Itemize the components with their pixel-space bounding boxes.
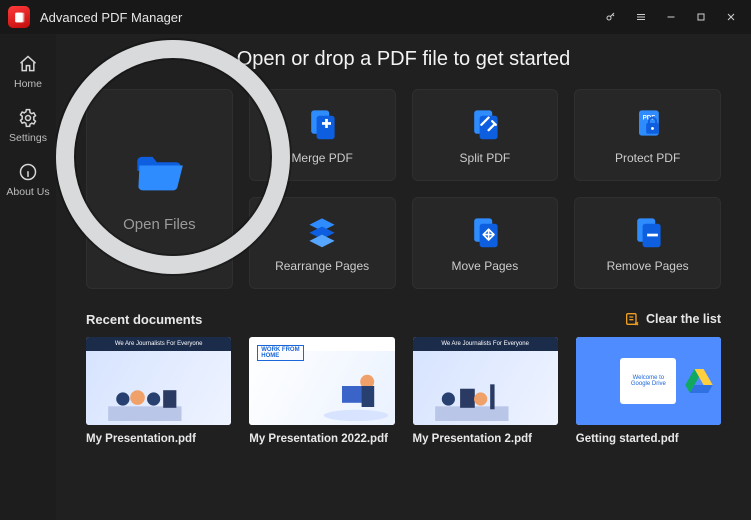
- home-icon: [18, 54, 38, 74]
- titlebar: Advanced PDF Manager: [0, 0, 751, 34]
- sidebar-item-settings[interactable]: Settings: [0, 108, 56, 144]
- thumbnail-art: [321, 363, 391, 423]
- folder-open-icon: [133, 146, 185, 198]
- maximize-button[interactable]: [687, 3, 715, 31]
- recent-documents: We Are Journalists For Everyone My Prese…: [86, 337, 721, 445]
- tile-label: Split PDF: [460, 151, 511, 165]
- recent-doc[interactable]: We Are Journalists For Everyone My Prese…: [86, 337, 231, 445]
- gear-icon: [18, 108, 38, 128]
- tile-label: Open Files: [123, 216, 196, 233]
- app-title: Advanced PDF Manager: [40, 10, 182, 25]
- recent-doc[interactable]: We Are Journalists For Everyone My Prese…: [413, 337, 558, 445]
- sidebar-item-label: Home: [14, 78, 42, 90]
- doc-name: Getting started.pdf: [576, 433, 721, 445]
- split-icon: [467, 105, 503, 141]
- layers-icon: [304, 213, 340, 249]
- sidebar: Home Settings About Us: [0, 34, 56, 520]
- clear-list-button[interactable]: Clear the list: [624, 311, 721, 327]
- menu-icon[interactable]: [627, 3, 655, 31]
- tile-label: Rearrange Pages: [275, 259, 369, 273]
- tile-merge-pdf[interactable]: Merge PDF: [249, 89, 396, 181]
- tile-protect-pdf[interactable]: PDF Protect PDF: [574, 89, 721, 181]
- drive-icon: [685, 369, 713, 393]
- recent-doc[interactable]: Welcome toGoogle Drive Getting started.p…: [576, 337, 721, 445]
- minimize-button[interactable]: [657, 3, 685, 31]
- doc-name: My Presentation 2022.pdf: [249, 433, 394, 445]
- tile-move-pages[interactable]: Move Pages: [412, 197, 559, 289]
- tile-label: Remove Pages: [607, 259, 689, 273]
- doc-thumbnail: We Are Journalists For Everyone: [413, 337, 558, 425]
- sidebar-item-about[interactable]: About Us: [0, 162, 56, 198]
- action-tiles: Open Files Merge PDF Split PDF: [86, 89, 721, 289]
- tile-label: Move Pages: [452, 259, 519, 273]
- merge-icon: [304, 105, 340, 141]
- sidebar-item-label: About Us: [6, 186, 49, 198]
- thumbnail-art: [421, 377, 523, 421]
- thumbnail-art: [94, 377, 196, 421]
- lock-icon: PDF: [630, 105, 666, 141]
- sidebar-item-home[interactable]: Home: [0, 54, 56, 90]
- key-icon[interactable]: [597, 3, 625, 31]
- tile-rearrange-pages[interactable]: Rearrange Pages: [249, 197, 396, 289]
- clear-list-icon: [624, 311, 640, 327]
- tile-split-pdf[interactable]: Split PDF: [412, 89, 559, 181]
- tile-label: Protect PDF: [615, 151, 680, 165]
- doc-name: My Presentation 2.pdf: [413, 433, 558, 445]
- tile-label: Merge PDF: [291, 151, 352, 165]
- remove-icon: [630, 213, 666, 249]
- doc-thumbnail: WORK FROMHOME: [249, 337, 394, 425]
- info-icon: [18, 162, 38, 182]
- recent-doc[interactable]: WORK FROMHOME My Presentation 2022.pdf: [249, 337, 394, 445]
- tile-remove-pages[interactable]: Remove Pages: [574, 197, 721, 289]
- close-button[interactable]: [717, 3, 745, 31]
- tile-open-files[interactable]: Open Files: [86, 89, 233, 289]
- doc-name: My Presentation.pdf: [86, 433, 231, 445]
- doc-thumbnail: We Are Journalists For Everyone: [86, 337, 231, 425]
- main-area: Open or drop a PDF file to get started O…: [56, 34, 751, 520]
- recent-documents-title: Recent documents: [86, 312, 202, 327]
- page-title: Open or drop a PDF file to get started: [86, 48, 721, 71]
- sidebar-item-label: Settings: [9, 132, 47, 144]
- window-controls: [597, 3, 745, 31]
- app-logo: [8, 6, 30, 28]
- clear-list-label: Clear the list: [646, 312, 721, 326]
- move-icon: [467, 213, 503, 249]
- doc-thumbnail: Welcome toGoogle Drive: [576, 337, 721, 425]
